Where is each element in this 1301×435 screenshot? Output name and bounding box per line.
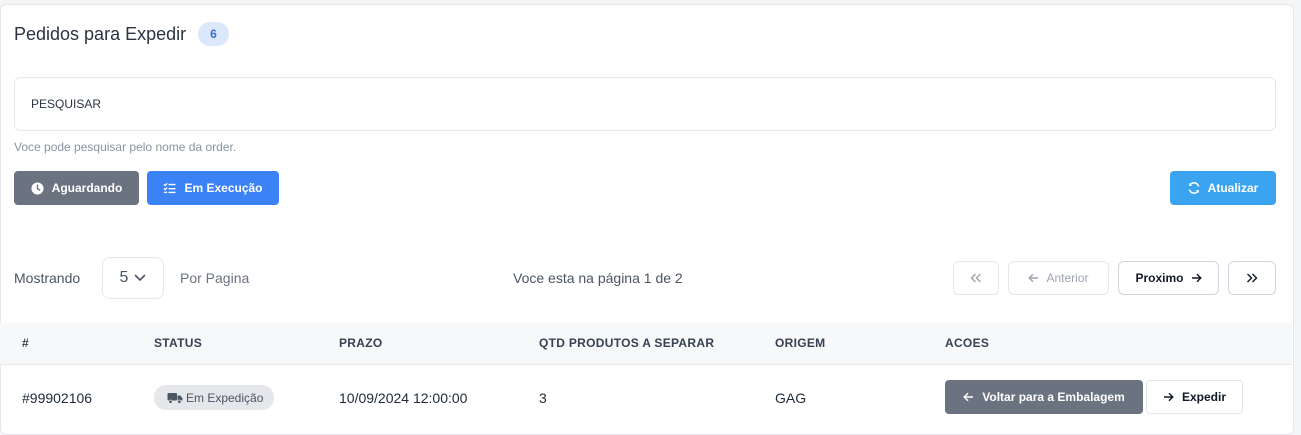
ship-button[interactable]: Expedir (1146, 380, 1243, 414)
next-page-label: Proximo (1135, 271, 1184, 285)
showing-label: Mostrando (14, 270, 81, 286)
column-header-id: # (22, 336, 29, 350)
order-deadline: 10/09/2024 12:00:00 (339, 390, 468, 406)
search-box (14, 77, 1276, 131)
per-page-value: 5 (119, 269, 129, 286)
previous-page-button[interactable]: Anterior (1008, 261, 1109, 295)
order-id: #99902106 (22, 390, 93, 406)
clock-icon (31, 181, 44, 195)
page-header: Pedidos para Expedir 6 (14, 22, 229, 46)
per-page-label: Por Pagina (180, 270, 250, 286)
column-header-deadline: PRAZO (339, 336, 383, 350)
search-hint: Voce pode pesquisar pelo nome da order. (14, 140, 237, 154)
per-page-select[interactable]: 5 (102, 257, 164, 299)
refresh-label: Atualizar (1207, 181, 1259, 195)
order-qty: 3 (539, 390, 547, 406)
status-badge: Em Expedição (154, 385, 275, 410)
arrow-left-icon (1028, 273, 1039, 283)
back-to-packing-button[interactable]: Voltar para a Embalagem (945, 380, 1143, 414)
search-input[interactable] (15, 78, 1275, 130)
executing-filter-label: Em Execução (184, 181, 263, 195)
column-header-qty: QTD PRODUTOS A SEPARAR (539, 336, 715, 350)
column-header-status: STATUS (154, 336, 203, 350)
executing-filter-button[interactable]: Em Execução (147, 171, 279, 205)
refresh-button[interactable]: Atualizar (1170, 171, 1276, 205)
last-page-button[interactable] (1228, 261, 1276, 295)
refresh-icon (1188, 182, 1200, 194)
truck-icon (167, 392, 183, 404)
column-header-origin: ORIGEM (775, 336, 826, 350)
column-header-actions: ACOES (945, 336, 990, 350)
double-left-icon (970, 273, 982, 283)
list-check-icon (163, 182, 177, 194)
arrow-right-icon (1163, 392, 1174, 402)
first-page-button[interactable] (953, 261, 999, 295)
table-header: # STATUS PRAZO QTD PRODUTOS A SEPARAR OR… (0, 323, 1292, 365)
page-title: Pedidos para Expedir (14, 23, 187, 44)
previous-page-label: Anterior (1046, 271, 1089, 285)
status-label: Em Expedição (186, 390, 264, 405)
next-page-button[interactable]: Proximo (1118, 261, 1219, 295)
waiting-filter-button[interactable]: Aguardando (14, 171, 139, 205)
back-to-packing-label: Voltar para a Embalagem (982, 390, 1125, 404)
page-info: Voce esta na página 1 de 2 (513, 270, 683, 286)
count-badge: 6 (198, 22, 229, 46)
arrow-right-icon (1191, 273, 1202, 283)
ship-label: Expedir (1181, 390, 1226, 404)
waiting-filter-label: Aguardando (51, 181, 123, 195)
arrow-left-icon (963, 392, 974, 402)
double-right-icon (1246, 273, 1258, 283)
chevron-down-icon (134, 274, 146, 282)
order-origin: GAG (775, 390, 807, 406)
orders-card (0, 4, 1294, 435)
